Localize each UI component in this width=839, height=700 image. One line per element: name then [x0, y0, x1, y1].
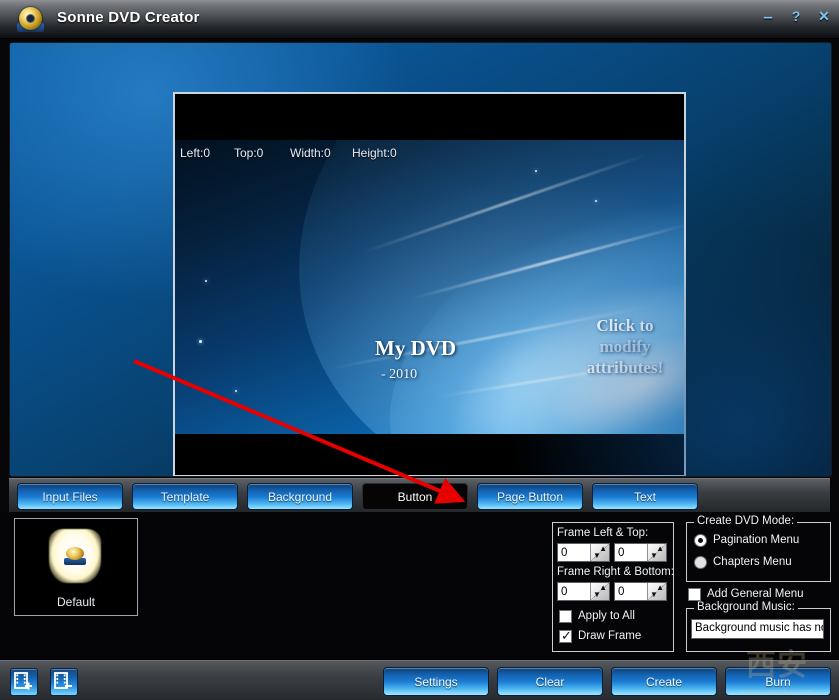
sparkle-dot	[535, 170, 537, 172]
background-streak-4	[436, 356, 684, 399]
click-line-3: attributes!	[586, 358, 664, 377]
burn-button[interactable]: Burn	[725, 667, 831, 696]
close-button[interactable]: ✕	[817, 9, 831, 23]
tab-label: Page Button	[496, 489, 564, 504]
frame-left-input[interactable]	[558, 545, 594, 560]
add-general-menu-label: Add General Menu	[707, 588, 804, 600]
background-wave-3	[411, 228, 684, 434]
click-to-modify-text[interactable]: Click to modify attributes!	[560, 315, 684, 378]
frame-top-input[interactable]	[615, 545, 651, 560]
tab-button[interactable]: Button	[362, 483, 468, 510]
frame-right-bottom-label: Frame Right & Bottom:	[557, 566, 674, 578]
chapters-menu-radio[interactable]	[694, 556, 707, 569]
frame-bottom-spinner[interactable]: ▲ ▼	[614, 582, 667, 601]
clear-label: Clear	[535, 674, 565, 689]
tab-label: Button	[397, 489, 433, 504]
frame-left-spin-buttons[interactable]: ▲ ▼	[590, 544, 609, 561]
menu-preview-panel[interactable]: My DVD - 2010 Click to modify attributes…	[173, 92, 686, 476]
tab-label: Background	[267, 489, 333, 504]
template-thumbnail[interactable]: Default	[14, 518, 138, 616]
frame-left-top-label: Frame Left & Top:	[557, 527, 649, 539]
menu-year-text[interactable]: - 2010	[381, 367, 417, 383]
preview-letterbox-bottom	[175, 434, 684, 475]
tab-label: Input Files	[42, 489, 98, 504]
background-streak-1	[362, 153, 648, 254]
pagination-menu-radio[interactable]	[694, 534, 707, 547]
click-line-2: modify	[599, 337, 651, 356]
create-dvd-mode-group: Create DVD Mode: Pagination Menu Chapter…	[686, 515, 831, 582]
frame-right-input[interactable]	[558, 584, 594, 599]
draw-frame-label: Draw Frame	[578, 630, 642, 642]
title-bar: Sonne DVD Creator – ? ✕	[0, 0, 839, 39]
sparkle-dot	[235, 390, 237, 392]
apply-to-all-label: Apply to All	[578, 610, 635, 622]
coord-top: Top:0	[234, 146, 264, 160]
apply-to-all-checkbox[interactable]	[559, 610, 572, 623]
create-dvd-mode-label: Create DVD Mode:	[694, 515, 798, 527]
settings-button[interactable]: Settings	[383, 667, 489, 696]
spin-down-icon[interactable]: ▼	[650, 552, 658, 560]
frame-bottom-input[interactable]	[615, 584, 651, 599]
tab-input-files[interactable]: Input Files	[17, 483, 123, 510]
sparkle-dot	[595, 200, 597, 202]
frame-right-spinner[interactable]: ▲ ▼	[557, 582, 610, 601]
tab-strip: Input Files Template Background Button P…	[9, 478, 830, 513]
frame-bottom-spin-buttons[interactable]: ▲ ▼	[647, 583, 666, 600]
draw-frame-checkbox[interactable]	[559, 628, 572, 644]
film-remove-icon[interactable]	[50, 668, 78, 696]
tab-background[interactable]: Background	[247, 483, 353, 510]
coord-left: Left:0	[180, 146, 211, 160]
action-buttons: Settings Clear Create Burn	[383, 667, 831, 696]
frame-group: Frame Left & Top: ▲ ▼ ▲ ▼ Frame Right & …	[552, 522, 674, 652]
click-line-1: Click to	[596, 316, 654, 335]
frame-top-spinner[interactable]: ▲ ▼	[614, 543, 667, 562]
chapters-menu-label: Chapters Menu	[713, 556, 792, 568]
tab-list: Input Files Template Background Button P…	[17, 483, 698, 510]
create-button[interactable]: Create	[611, 667, 717, 696]
preview-letterbox-top	[175, 94, 684, 140]
add-general-menu-checkbox[interactable]	[688, 588, 701, 601]
tab-label: Text	[633, 489, 656, 504]
frame-right-spin-buttons[interactable]: ▲ ▼	[590, 583, 609, 600]
spin-down-icon[interactable]: ▼	[593, 552, 601, 560]
template-thumbnail-label: Default	[56, 595, 96, 609]
background-music-input[interactable]: Background music has no	[691, 619, 824, 639]
tab-template[interactable]: Template	[132, 483, 238, 510]
create-label: Create	[645, 674, 683, 689]
help-button[interactable]: ?	[789, 9, 803, 23]
menu-title-text[interactable]: My DVD	[375, 336, 456, 361]
window-controls: – ? ✕	[761, 8, 831, 25]
tab-label: Template	[160, 489, 210, 504]
frame-left-spinner[interactable]: ▲ ▼	[557, 543, 610, 562]
background-wave-2	[336, 140, 684, 434]
menu-preview-canvas[interactable]: My DVD - 2010 Click to modify attributes…	[175, 140, 684, 434]
clear-button[interactable]: Clear	[497, 667, 603, 696]
pagination-menu-label: Pagination Menu	[713, 534, 800, 546]
settings-label: Settings	[414, 674, 458, 689]
background-music-group: Background Music: Background music has n…	[686, 601, 831, 652]
window-title: Sonne DVD Creator	[57, 9, 200, 26]
sparkle-dot	[199, 340, 202, 343]
sonne-dvd-creator-window: Sonne DVD Creator – ? ✕ My DVD - 2010 Cl…	[0, 0, 839, 700]
selection-coordinates: Left:0 Top:0 Width:0 Height:0	[180, 146, 397, 160]
badge-disc-glyph	[64, 547, 86, 565]
coord-height: Height:0	[352, 146, 397, 160]
dvd-disc-icon	[17, 6, 44, 32]
spin-down-icon[interactable]: ▼	[650, 591, 658, 599]
film-add-icon[interactable]	[10, 668, 38, 696]
tab-page-button[interactable]: Page Button	[477, 483, 583, 510]
background-streak-2	[409, 222, 684, 301]
tab-text[interactable]: Text	[592, 483, 698, 510]
background-music-label: Background Music:	[694, 601, 798, 613]
frame-top-spin-buttons[interactable]: ▲ ▼	[647, 544, 666, 561]
burn-label: Burn	[765, 674, 791, 689]
main-panel: My DVD - 2010 Click to modify attributes…	[9, 42, 832, 477]
bottom-bar: Settings Clear Create Burn	[0, 660, 839, 700]
spin-down-icon[interactable]: ▼	[593, 591, 601, 599]
sparkle-dot	[205, 280, 207, 282]
minimize-button[interactable]: –	[761, 8, 775, 25]
coord-width: Width:0	[290, 146, 331, 160]
